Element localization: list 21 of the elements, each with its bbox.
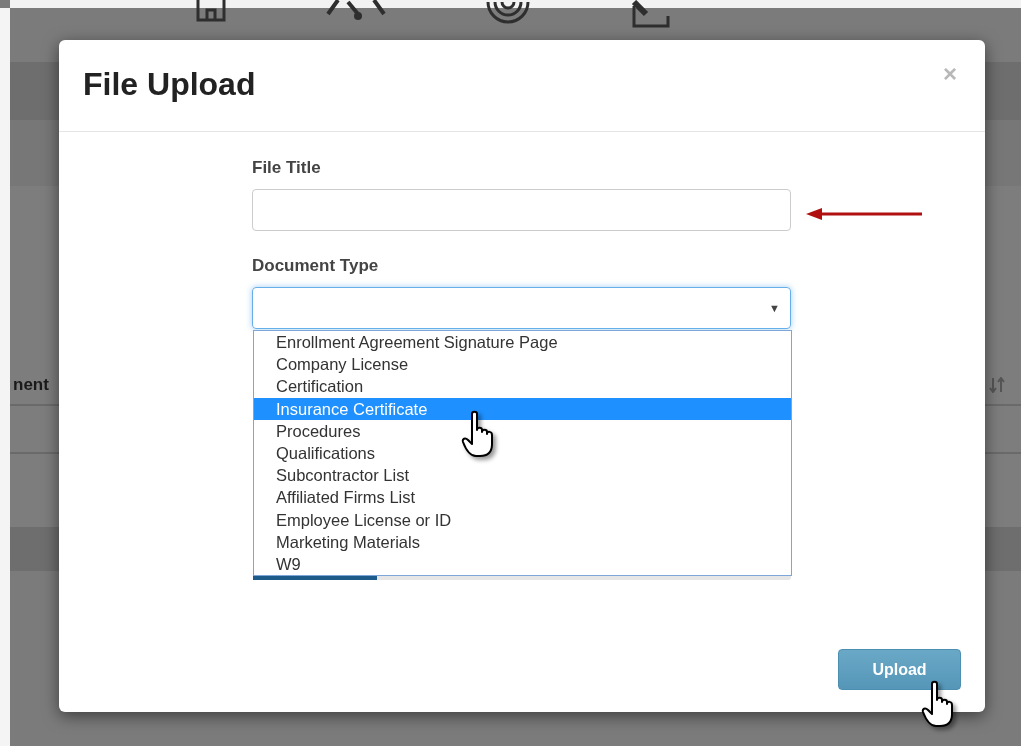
caret-icon: ▼ [769, 302, 780, 314]
field-label: File Title [252, 158, 322, 178]
dropdown-option[interactable]: Subcontractor List [254, 464, 791, 487]
dropdown-option[interactable]: Marketing Materials [254, 530, 791, 553]
dropdown-option[interactable]: Qualifications [254, 441, 791, 465]
dropdown-option[interactable]: W9 [254, 552, 791, 576]
target-icon[interactable] [486, 0, 530, 26]
document-type-select[interactable]: ▼ [252, 287, 791, 329]
dropdown-option[interactable]: Enrollment Agreement Signature Page [254, 331, 791, 354]
dropdown-option[interactable]: Employee License or ID [254, 508, 791, 531]
file-title-field[interactable] [252, 189, 791, 231]
dropdown-option[interactable]: Procedures [254, 419, 791, 442]
tools-icon[interactable] [326, 0, 386, 22]
field-label: Document Type [252, 256, 380, 276]
dropdown-option[interactable]: Affiliated Firms List [254, 486, 791, 509]
column-header: nent [13, 375, 49, 395]
arrow-icon [806, 208, 922, 220]
dropdown-option[interactable]: Certification [254, 375, 791, 398]
dialog-title: File Upload [83, 66, 256, 103]
dropdown-option[interactable]: Company License [254, 353, 791, 376]
house-icon[interactable] [196, 0, 226, 22]
